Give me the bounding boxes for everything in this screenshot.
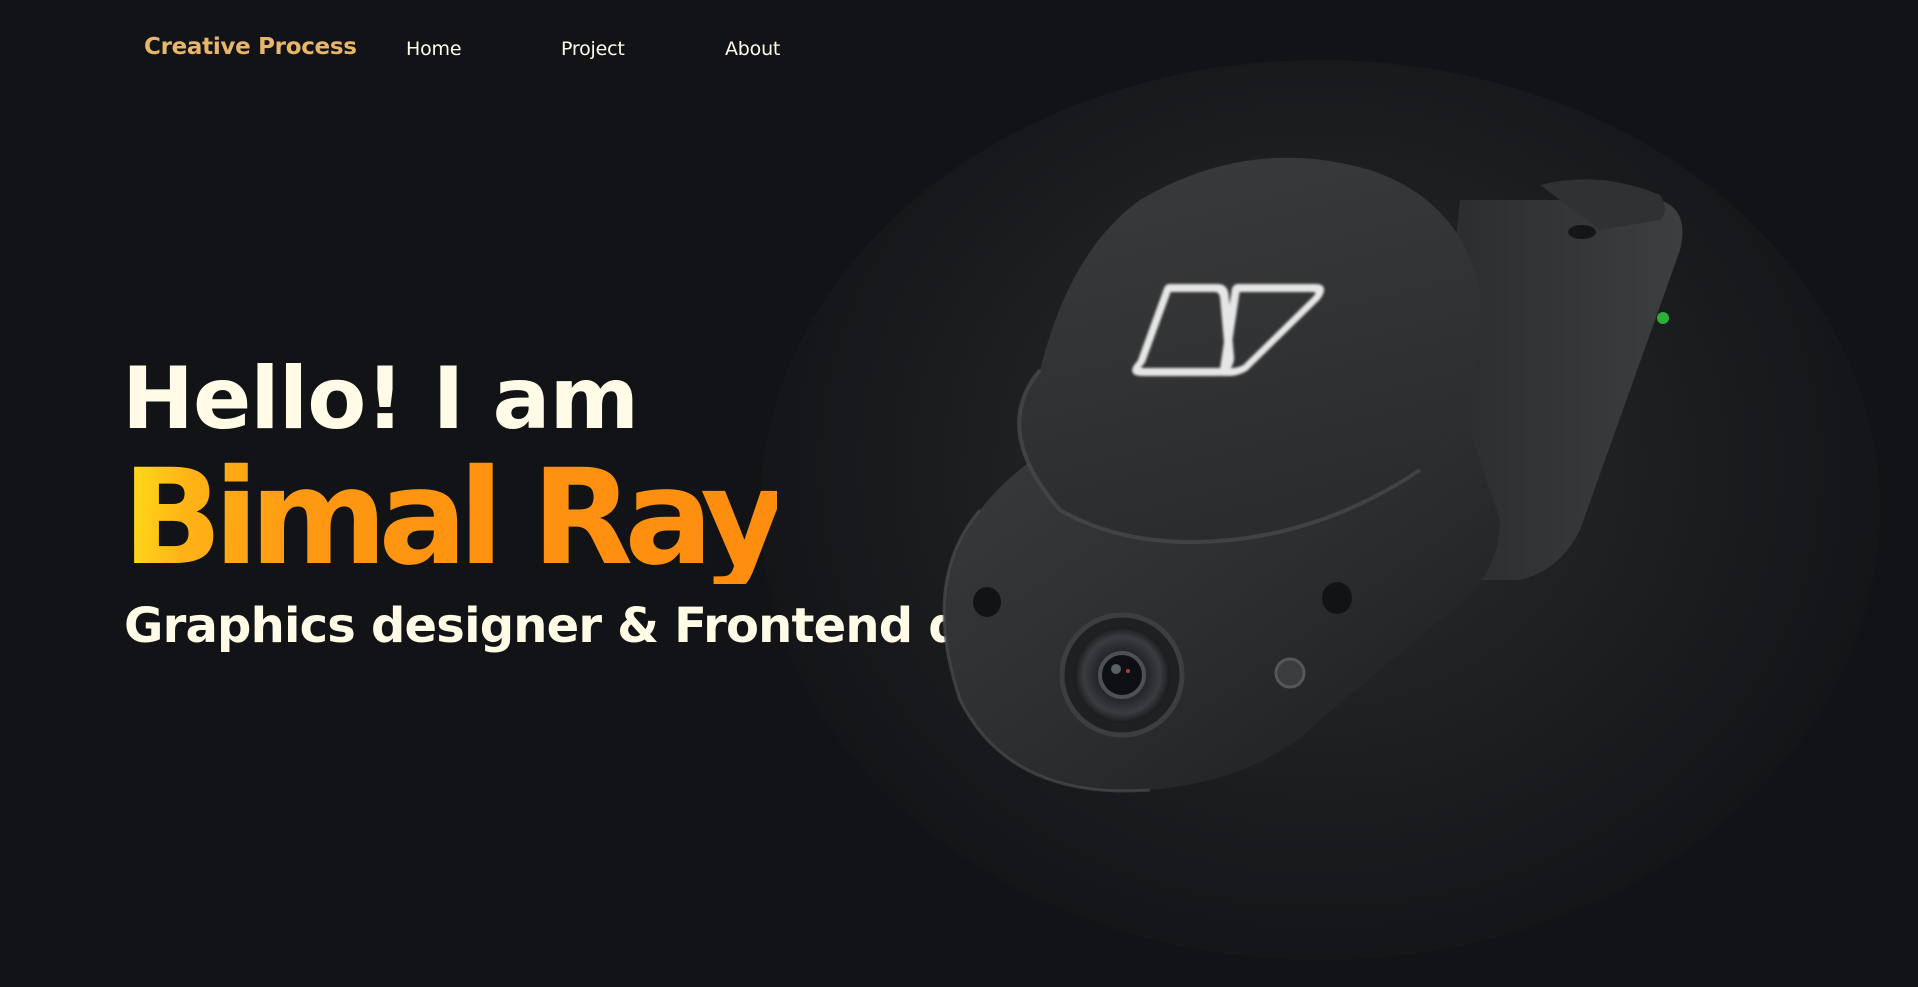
nav-link-project[interactable]: Project bbox=[561, 38, 625, 60]
dashcam-device-image bbox=[942, 157, 1683, 793]
nav-link-about[interactable]: About bbox=[725, 38, 780, 60]
nav-link-home[interactable]: Home bbox=[406, 38, 462, 60]
hero-name: Bimal Ray bbox=[122, 441, 786, 595]
brand-logo[interactable]: Creative Process bbox=[144, 34, 357, 60]
hero-greeting: Hello! I am bbox=[122, 349, 639, 449]
top-navigation: Creative Process Home Project About bbox=[0, 0, 1918, 100]
